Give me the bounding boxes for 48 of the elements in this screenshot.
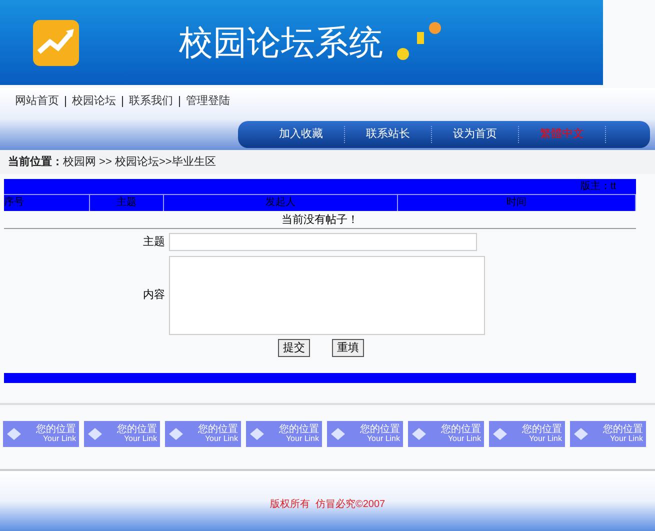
empty-message: 当前没有帖子！ xyxy=(4,211,636,229)
link-title: 您的位置 xyxy=(522,425,562,435)
column-header: 主题 xyxy=(90,195,164,211)
form-button[interactable]: 提交 xyxy=(278,339,310,357)
link-subtitle: Your Link xyxy=(42,435,76,443)
form-button[interactable]: 重填 xyxy=(332,339,364,357)
diamond-icon xyxy=(574,428,588,440)
link-title: 您的位置 xyxy=(603,425,643,435)
link-subtitle: Your Link xyxy=(448,435,481,443)
column-header: 发起人 xyxy=(164,195,398,211)
diamond-icon xyxy=(250,428,264,440)
menu-tab[interactable]: 设为首页 xyxy=(432,126,519,143)
link-subtitle: Your Link xyxy=(366,435,400,443)
diamond-icon xyxy=(7,428,21,440)
breadcrumb-path: 校园网 >> 校园论坛>>毕业生区 xyxy=(63,154,216,170)
diamond-icon xyxy=(88,428,102,440)
link-title: 您的位置 xyxy=(36,425,76,435)
copyright-text: 版权所有 仿冒必究©2007 xyxy=(270,498,386,512)
link-title: 您的位置 xyxy=(117,425,157,435)
column-header: 序号 xyxy=(4,195,90,211)
link-title: 您的位置 xyxy=(198,425,238,435)
link-subtitle: Your Link xyxy=(204,435,238,443)
diamond-icon xyxy=(169,428,183,440)
column-header: 时间 xyxy=(398,195,636,211)
nav-link[interactable]: 管理登陆 xyxy=(186,92,230,110)
link-subtitle: Your Link xyxy=(124,435,157,443)
link-title: 您的位置 xyxy=(279,425,319,435)
content-field[interactable] xyxy=(169,256,485,335)
diamond-icon xyxy=(493,428,507,440)
nav-link[interactable]: 联系我们 xyxy=(129,92,173,110)
subject-field[interactable] xyxy=(169,233,477,251)
content-label: 内容 xyxy=(142,288,166,304)
link-subtitle: Your Link xyxy=(286,435,319,443)
moderator-label: 版主：tt xyxy=(580,180,616,194)
diamond-icon xyxy=(412,428,426,440)
nav-link[interactable]: 网站首页 xyxy=(15,92,59,110)
nav-link[interactable]: 校园论坛 xyxy=(72,92,116,110)
link-subtitle: Your Link xyxy=(528,435,562,443)
link-subtitle: Your Link xyxy=(610,435,643,443)
link-title: 您的位置 xyxy=(441,425,481,435)
subject-label: 主题 xyxy=(142,234,166,250)
chart-logo-icon xyxy=(33,20,79,66)
site-title: 校园论坛系统 xyxy=(179,26,383,60)
breadcrumb-label: 当前位置： xyxy=(8,154,63,170)
link-title: 您的位置 xyxy=(360,425,400,435)
menu-tab[interactable]: 加入收藏 xyxy=(258,126,345,143)
diamond-icon xyxy=(331,428,345,440)
menu-tab[interactable]: 联系站长 xyxy=(345,126,432,143)
